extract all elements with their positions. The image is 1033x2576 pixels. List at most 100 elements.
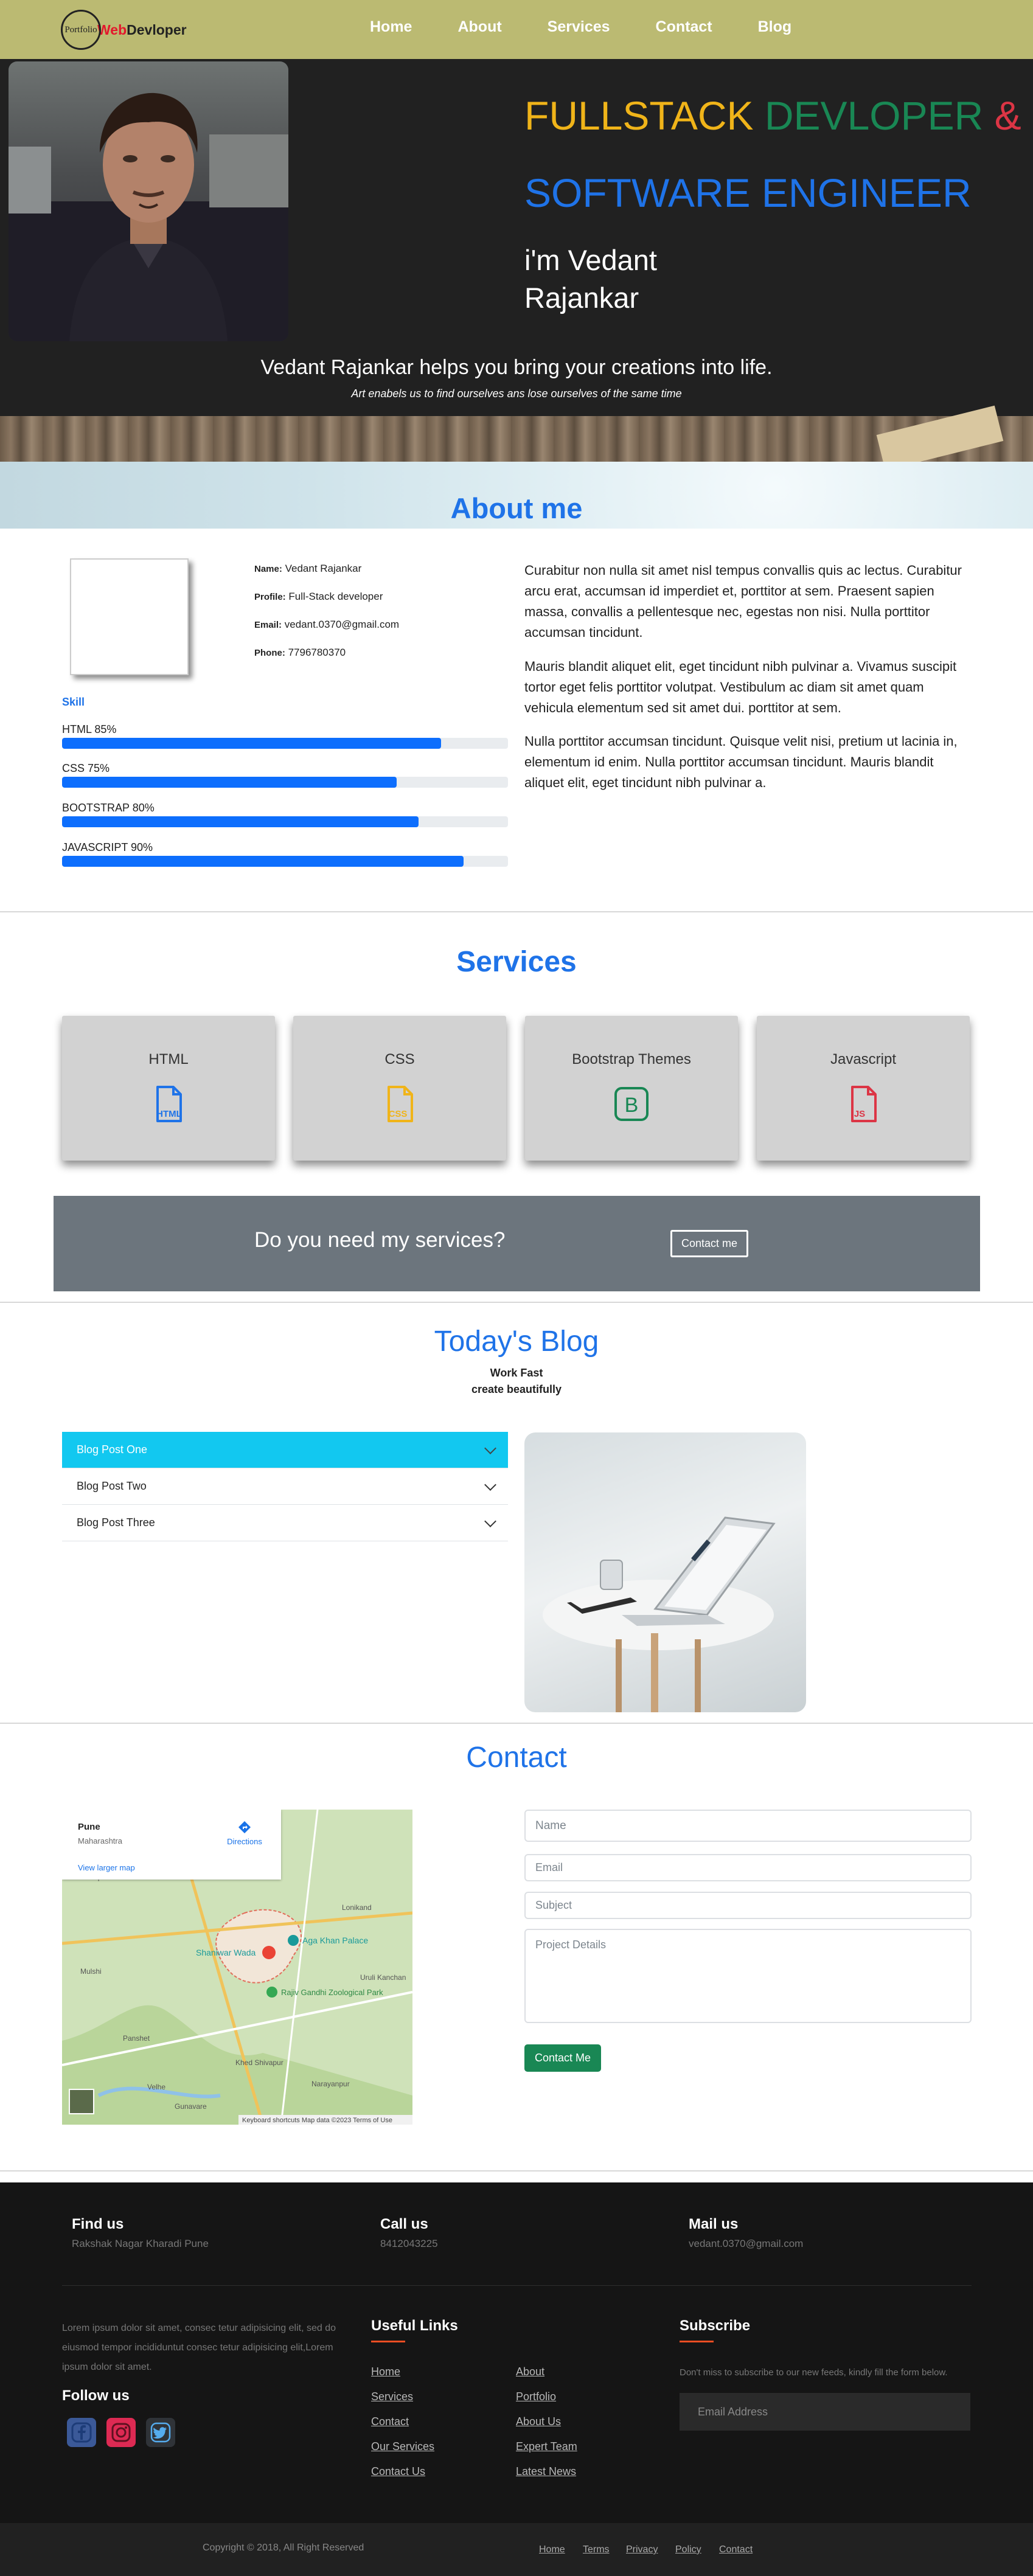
footer-link-contact[interactable]: Contact: [371, 2415, 409, 2428]
directions-button[interactable]: Directions: [226, 1821, 263, 1846]
call-us-text: 8412043225: [380, 2238, 438, 2249]
bottom-bar: [0, 2523, 1033, 2576]
accordion-blog-post-one[interactable]: Blog Post One: [62, 1432, 508, 1468]
skill-track: [62, 777, 508, 788]
find-us-title: Find us: [72, 2216, 124, 2232]
skill-bar: [62, 856, 464, 867]
info-profile-value: Full-Stack developer: [288, 591, 383, 602]
skill-track: [62, 856, 508, 867]
chevron-down-icon: [484, 1479, 496, 1491]
contact-me-button[interactable]: Contact me: [670, 1230, 748, 1257]
name-field[interactable]: Name: [524, 1810, 972, 1842]
footer-link-our-services[interactable]: Our Services: [371, 2440, 434, 2453]
map-label: Velhe: [147, 2083, 165, 2091]
skill-track: [62, 738, 508, 749]
contact-submit-button[interactable]: Contact Me: [524, 2044, 601, 2072]
javascript-file-icon: JS: [851, 1086, 877, 1122]
nav-about[interactable]: About: [457, 18, 501, 36]
bottom-link-terms[interactable]: Terms: [583, 2544, 610, 2555]
skill-label: HTML 85%: [62, 723, 117, 735]
info-email-value: vedant.0370@gmail.com: [284, 619, 400, 630]
facebook-icon[interactable]: [67, 2418, 96, 2447]
logo-ring-text: Portfolio: [64, 24, 97, 35]
nav-services[interactable]: Services: [548, 18, 610, 36]
accordion-blog-post-two[interactable]: Blog Post Two: [62, 1468, 508, 1505]
service-card-javascript[interactable]: Javascript JS: [757, 1016, 970, 1161]
service-card-css[interactable]: CSS CSS: [293, 1016, 506, 1161]
profile-thumbnail: [70, 558, 189, 675]
info-name-value: Vedant Rajankar: [285, 563, 362, 574]
footer-link-about[interactable]: About: [516, 2366, 544, 2378]
info-profile-label: Profile:: [254, 592, 286, 602]
bottom-link-privacy[interactable]: Privacy: [626, 2544, 658, 2555]
top-navbar: Portfolio Web Devloper Home About Servic…: [0, 0, 1033, 59]
accordion-blog-post-three[interactable]: Blog Post Three: [62, 1505, 508, 1541]
map-label: Panshet: [123, 2034, 150, 2043]
hero-title-line1: FULLSTACK DEVLOPER &: [524, 92, 1021, 139]
twitter-icon[interactable]: [146, 2418, 175, 2447]
skill-bar: [62, 738, 442, 749]
footer-link-home[interactable]: Home: [371, 2366, 400, 2378]
useful-links-accent: [371, 2341, 405, 2342]
skill-html: HTML 85%: [62, 723, 508, 749]
bottom-link-home[interactable]: Home: [539, 2544, 565, 2555]
logo-dev-text: Devloper: [127, 21, 187, 38]
hero-title-fullstack: FULLSTACK: [524, 93, 765, 138]
google-map-embed[interactable]: Hadapsar Lonikand Aga Khan Palace Shaniw…: [62, 1810, 412, 2125]
service-card-bootstrap[interactable]: Bootstrap Themes B: [525, 1016, 738, 1161]
cta-text: Do you need my services?: [254, 1228, 506, 1252]
css-icon-text: CSS: [389, 1109, 408, 1119]
view-larger-map-link[interactable]: View larger map: [78, 1863, 135, 1872]
chevron-down-icon: [484, 1515, 496, 1527]
subject-field[interactable]: Subject: [524, 1892, 972, 1919]
map-region: Maharashtra: [78, 1836, 122, 1845]
skill-bar: [62, 816, 419, 827]
accordion-label: Blog Post One: [77, 1443, 148, 1456]
service-card-title: CSS: [384, 1051, 415, 1068]
skill-label: BOOTSTRAP 80%: [62, 802, 155, 814]
skill-bar: [62, 777, 397, 788]
nav-blog[interactable]: Blog: [758, 18, 792, 36]
subscribe-email-input[interactable]: Email Address: [680, 2393, 970, 2431]
service-card-html[interactable]: HTML HTML: [62, 1016, 275, 1161]
skill-bootstrap: BOOTSTRAP 80%: [62, 802, 508, 827]
subscribe-text: Don't miss to subscribe to our new feeds…: [680, 2367, 948, 2378]
project-details-textarea[interactable]: Project Details: [524, 1929, 972, 2023]
bootstrap-icon: B: [614, 1087, 649, 1121]
site-logo[interactable]: Portfolio Web Devloper: [61, 9, 187, 51]
footer-link-about-us[interactable]: About Us: [516, 2415, 561, 2428]
logo-ring: Portfolio: [61, 10, 101, 50]
instagram-icon[interactable]: [106, 2418, 136, 2447]
css-file-icon: CSS: [388, 1086, 413, 1122]
about-paragraph: Nulla porttitor accumsan tincidunt. Quis…: [524, 734, 958, 790]
footer-link-portfolio[interactable]: Portfolio: [516, 2390, 556, 2403]
footer-link-latest-news[interactable]: Latest News: [516, 2465, 576, 2478]
skill-label: JAVASCRIPT 90%: [62, 841, 153, 853]
bottom-link-policy[interactable]: Policy: [675, 2544, 701, 2555]
nav-home[interactable]: Home: [370, 18, 412, 36]
footer-link-expert-team[interactable]: Expert Team: [516, 2440, 577, 2453]
footer-link-services[interactable]: Services: [371, 2390, 413, 2403]
footer-link-contact-us[interactable]: Contact Us: [371, 2465, 425, 2478]
email-field[interactable]: Email: [524, 1854, 972, 1881]
blog-image: [524, 1432, 806, 1712]
contact-title: Contact: [466, 1741, 567, 1774]
mail-us-title: Mail us: [689, 2216, 739, 2232]
services-cta-banner: Do you need my services? Contact me: [54, 1196, 980, 1291]
service-card-title: HTML: [148, 1051, 189, 1068]
blog-title: Today's Blog: [434, 1325, 599, 1358]
info-name: Name: Vedant Rajankar: [254, 563, 361, 575]
map-label: Mulshi: [80, 1967, 102, 1976]
info-phone: Phone: 7796780370: [254, 647, 346, 659]
hero-section: FULLSTACK DEVLOPER & SOFTWARE ENGINEER i…: [0, 59, 1033, 416]
skill-title: Skill: [62, 696, 85, 708]
nav-contact[interactable]: Contact: [656, 18, 712, 36]
footer-divider: [62, 2285, 972, 2286]
bottom-link-contact[interactable]: Contact: [719, 2544, 753, 2555]
hero-subtagline: Art enabels us to find ourselves ans los…: [351, 387, 682, 400]
services-title: Services: [456, 946, 577, 978]
section-divider: [0, 911, 1033, 912]
accordion-label: Blog Post Two: [77, 1480, 147, 1492]
about-paragraph: Mauris blandit aliquet elit, eget tincid…: [524, 659, 957, 715]
blog-subtitle-1: Work Fast: [490, 1367, 543, 1379]
